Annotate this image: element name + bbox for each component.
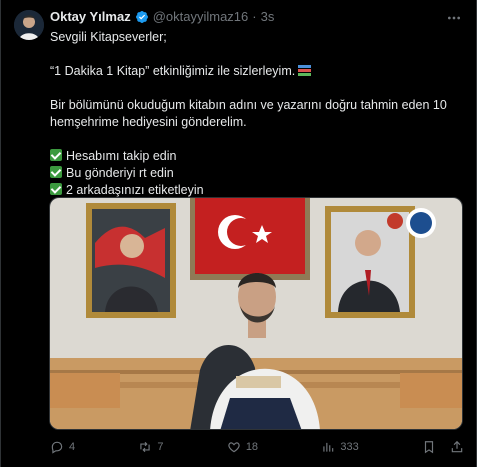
check-mark-emoji-icon <box>50 149 62 161</box>
like-button[interactable]: 18 <box>227 440 258 454</box>
separator-dot: · <box>252 9 257 24</box>
views-button[interactable]: 333 <box>321 440 359 454</box>
step-2: Bu gönderiyi rt edin <box>50 165 462 182</box>
books-emoji-icon <box>298 65 312 76</box>
share-icon[interactable] <box>450 440 464 454</box>
tweet-header: Oktay Yılmaz @oktayyilmaz16 · 3s <box>50 9 446 25</box>
repost-count: 7 <box>157 441 164 453</box>
avatar-image <box>14 10 44 40</box>
views-chart-icon <box>323 442 334 452</box>
like-count: 18 <box>245 441 259 453</box>
reply-button[interactable]: 4 <box>50 440 75 454</box>
tweet-event-line: “1 Dakika 1 Kitap” etkinliğimiz ile sizl… <box>50 63 462 80</box>
check-mark-emoji-icon <box>50 183 62 195</box>
reply-count: 4 <box>69 441 76 453</box>
video-thumbnail <box>50 198 462 429</box>
step-1-text: Hesabımı takip edin <box>66 149 177 163</box>
tweet-card[interactable]: Oktay Yılmaz @oktayyilmaz16 · 3s Sevgili… <box>0 0 477 467</box>
tweet-text: Sevgili Kitapseverler; “1 Dakika 1 Kitap… <box>50 29 462 199</box>
tweet-timestamp[interactable]: 3s <box>261 9 275 25</box>
check-mark-emoji-icon <box>50 166 62 178</box>
step-1: Hesabımı takip edin <box>50 148 462 165</box>
step-2-text: Bu gönderiyi rt edin <box>66 166 174 180</box>
author-handle[interactable]: @oktayyilmaz16 <box>153 9 249 25</box>
tweet-video[interactable] <box>49 197 463 430</box>
verified-badge-icon <box>135 11 148 23</box>
tweet-event-text: “1 Dakika 1 Kitap” etkinliğimiz ile sizl… <box>50 64 296 78</box>
tweet-instruction: Bir bölümünü okuduğum kitabın adını ve y… <box>50 98 447 129</box>
avatar[interactable] <box>14 10 44 40</box>
bookmark-icon[interactable] <box>422 440 436 454</box>
step-3-text: 2 arkadaşınızı etiketleyin <box>66 183 204 197</box>
secondary-actions <box>422 440 464 454</box>
reply-icon <box>51 441 63 454</box>
author-name[interactable]: Oktay Yılmaz <box>50 9 131 25</box>
tweet-greeting: Sevgili Kitapseverler; <box>50 30 167 44</box>
repost-button[interactable]: 7 <box>138 440 164 454</box>
views-count: 333 <box>340 441 359 453</box>
more-horizontal-icon[interactable] <box>446 10 462 26</box>
repost-icon <box>140 441 151 453</box>
tweet-actions: 4 7 18 333 <box>50 440 464 454</box>
heart-icon <box>228 442 240 453</box>
